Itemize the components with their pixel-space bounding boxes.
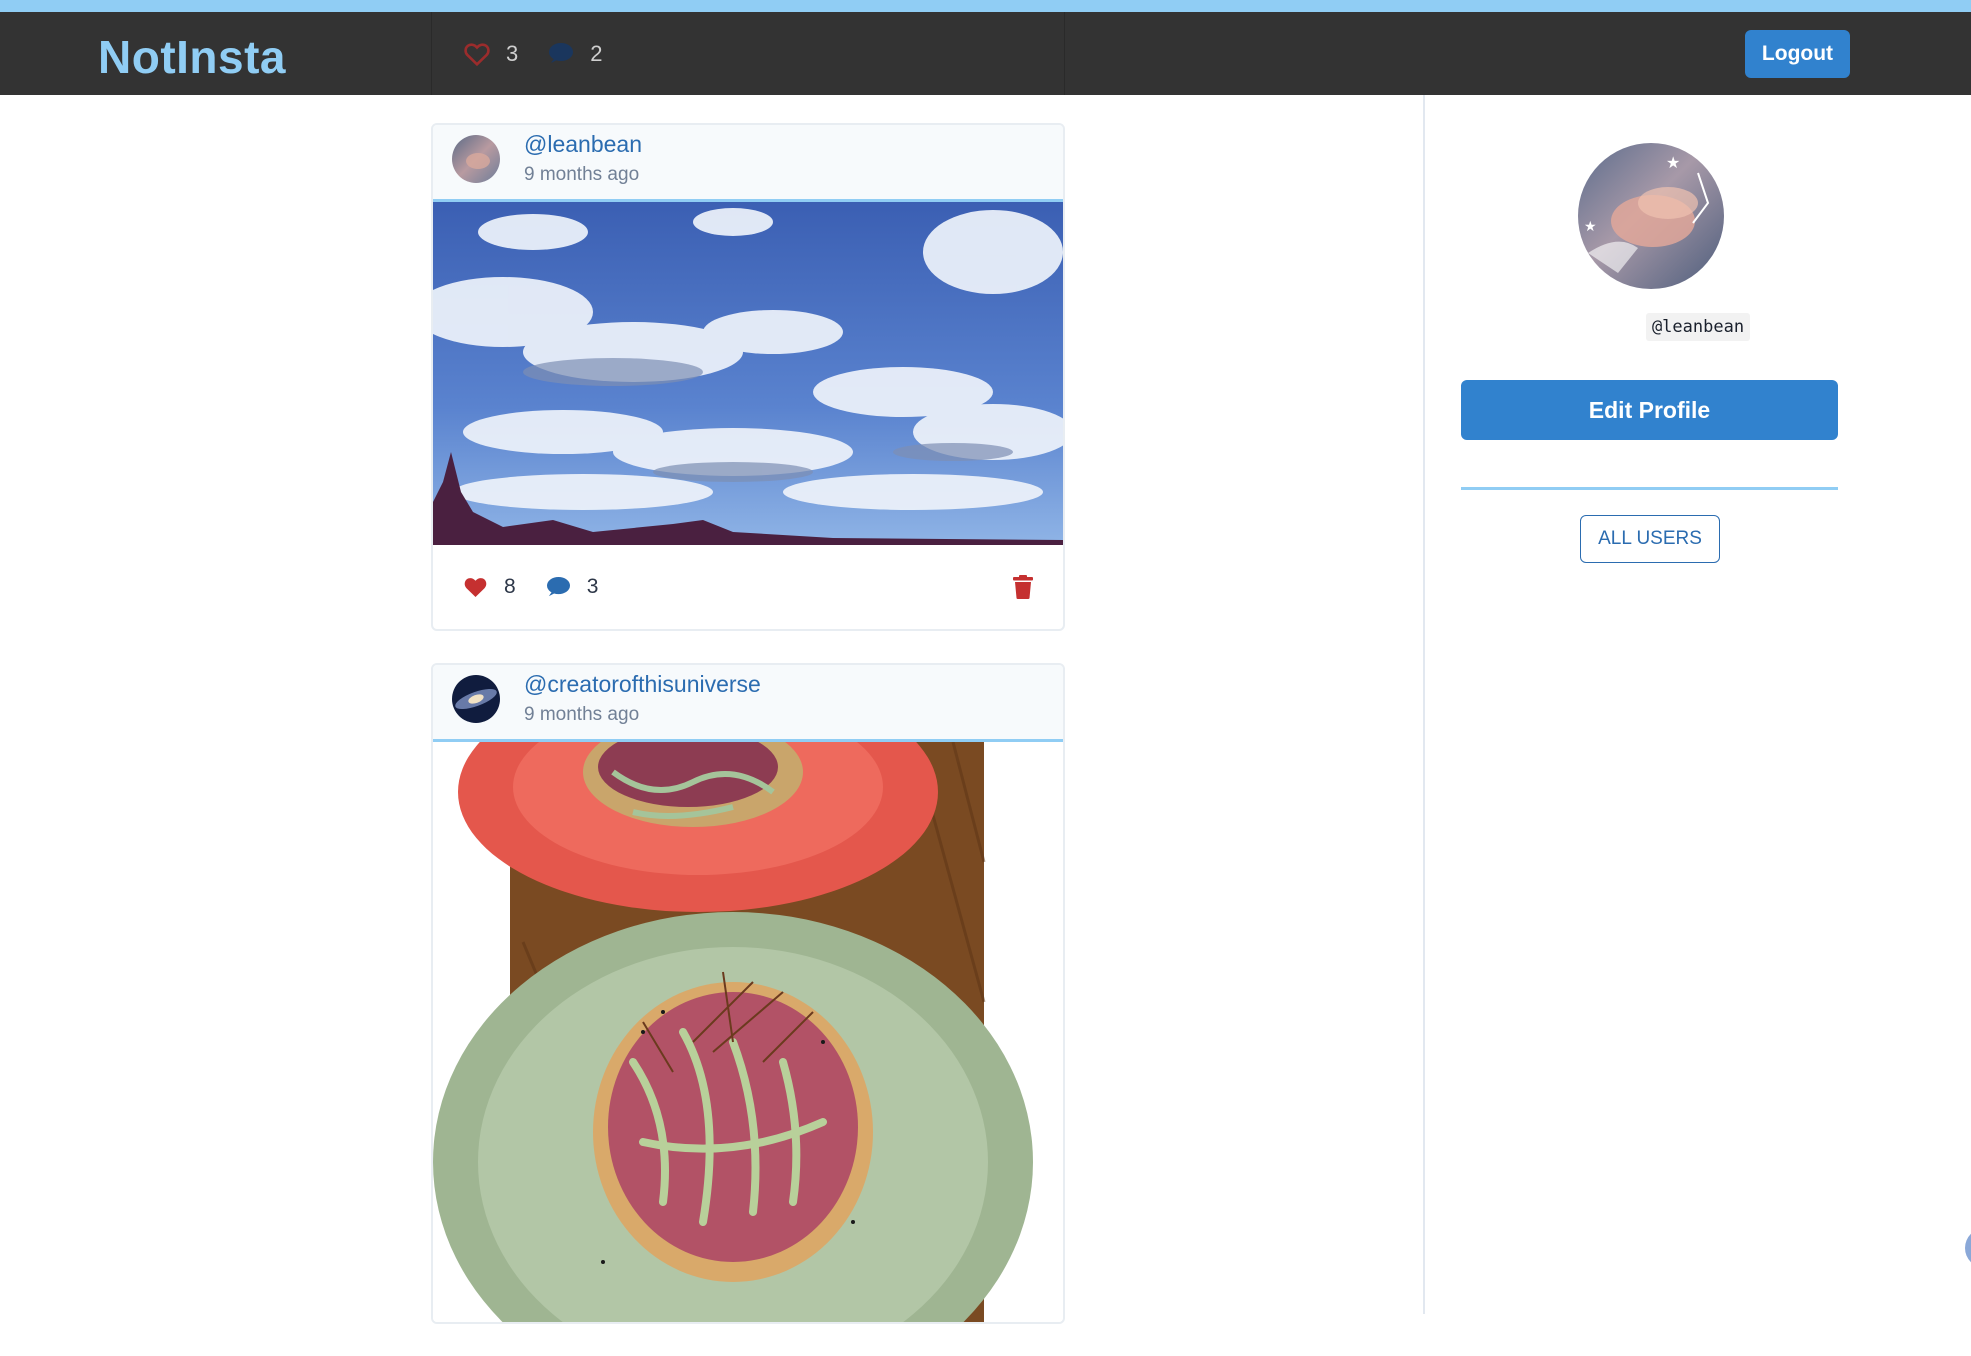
likes-count: 3 bbox=[506, 40, 519, 66]
post-actions: 8 3 bbox=[433, 545, 1063, 629]
profile-sidebar: ★ ★ @leanbean Edit Profile ALL USERS bbox=[1423, 95, 1971, 1314]
comment-icon bbox=[546, 576, 570, 597]
avatar[interactable] bbox=[452, 135, 500, 183]
likes-notification[interactable]: 3 bbox=[464, 41, 518, 67]
comments-count: 2 bbox=[590, 40, 603, 66]
post-card: @creatorofthisuniverse 9 months ago bbox=[431, 663, 1065, 1324]
like-count: 8 bbox=[504, 575, 516, 598]
post-card: @leanbean 9 months ago 8 3 bbox=[431, 123, 1065, 631]
like-button[interactable]: 8 bbox=[463, 575, 516, 599]
comment-button[interactable]: 3 bbox=[546, 575, 599, 599]
post-photo[interactable] bbox=[433, 742, 1063, 1322]
top-accent-strip bbox=[0, 0, 1971, 12]
post-header: @leanbean 9 months ago bbox=[433, 125, 1063, 202]
navbar: NotInsta 3 2 Logout bbox=[0, 12, 1971, 95]
svg-text:★: ★ bbox=[1584, 219, 1597, 235]
post-username[interactable]: @leanbean bbox=[524, 131, 642, 158]
avatar[interactable] bbox=[452, 675, 500, 723]
divider bbox=[1461, 487, 1838, 490]
post-photo[interactable] bbox=[433, 202, 1063, 545]
profile-avatar[interactable]: ★ ★ bbox=[1578, 143, 1724, 289]
logout-button[interactable]: Logout bbox=[1745, 30, 1850, 78]
comments-notification[interactable]: 2 bbox=[548, 40, 603, 67]
post-timestamp: 9 months ago bbox=[524, 164, 640, 185]
post-header: @creatorofthisuniverse 9 months ago bbox=[433, 665, 1063, 742]
trash-icon bbox=[1013, 575, 1033, 599]
heart-outline-icon bbox=[464, 42, 490, 66]
notifications-bar: 3 2 bbox=[431, 12, 1065, 95]
comment-count: 3 bbox=[586, 575, 599, 598]
comment-icon bbox=[549, 43, 574, 63]
edit-profile-button[interactable]: Edit Profile bbox=[1461, 380, 1838, 440]
post-username[interactable]: @creatorofthisuniverse bbox=[524, 671, 761, 698]
post-feed: @leanbean 9 months ago 8 3 @creatorofthi… bbox=[431, 123, 1065, 1356]
all-users-button[interactable]: ALL USERS bbox=[1580, 515, 1720, 563]
post-timestamp: 9 months ago bbox=[524, 704, 640, 725]
svg-text:★: ★ bbox=[1666, 153, 1680, 172]
heart-icon bbox=[464, 578, 487, 597]
profile-handle: @leanbean bbox=[1425, 313, 1971, 341]
delete-post-button[interactable] bbox=[1013, 575, 1033, 604]
brand-logo[interactable]: NotInsta bbox=[98, 30, 286, 84]
